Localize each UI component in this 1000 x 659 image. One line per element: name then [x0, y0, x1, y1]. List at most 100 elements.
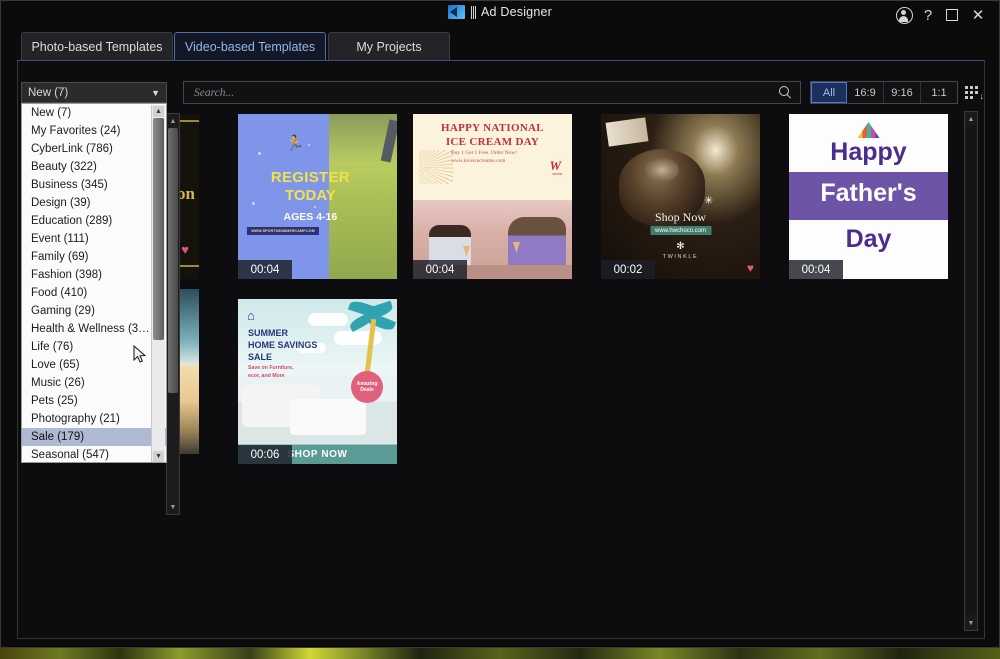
- ratio-button-all[interactable]: All: [811, 82, 847, 103]
- snowflake-icon: ✻: [676, 241, 684, 252]
- c2-logo-sub: world: [552, 171, 562, 176]
- category-dropdown-button[interactable]: New (7) ▼: [21, 82, 167, 103]
- search-box[interactable]: [183, 81, 801, 104]
- c2-sunburst-decoration: [419, 150, 453, 184]
- c5-palm-trunk: [365, 319, 377, 373]
- template-thumbnail: 🏃 REGISTER TODAY AGES 4-16 WWW.SPORTSSUM…: [238, 114, 397, 279]
- category-item-cyberlink-786[interactable]: CyberLink (786): [22, 140, 166, 158]
- search-input[interactable]: [192, 86, 779, 100]
- category-item-new-7[interactable]: New (7): [22, 104, 166, 122]
- left-panel-scrollbar[interactable]: ▲ ▼: [166, 113, 180, 515]
- scroll-down-arrow-icon[interactable]: ▼: [965, 617, 977, 629]
- logo-bars-icon: [471, 6, 476, 19]
- tab-photo-based-templates[interactable]: Photo-based Templates: [21, 32, 173, 60]
- grid-download-icon[interactable]: ↓: [964, 83, 984, 102]
- tab-video-based-templates[interactable]: Video-based Templates: [174, 32, 326, 60]
- category-item-event-111[interactable]: Event (111): [22, 230, 166, 248]
- category-item-sale-179[interactable]: Sale (179): [22, 428, 166, 446]
- c1-person-leg: [381, 119, 397, 162]
- category-item-photography-21[interactable]: Photography (21): [22, 410, 166, 428]
- c3-url: www.hwchoco.com: [650, 226, 711, 235]
- c2-line3: Buy 1 Get 1 Free. Order Now!: [451, 150, 517, 156]
- template-card-register-today[interactable]: 🏃 REGISTER TODAY AGES 4-16 WWW.SPORTSSUM…: [238, 114, 397, 279]
- category-item-business-345[interactable]: Business (345): [22, 176, 166, 194]
- template-card-ice-cream-day[interactable]: HAPPY NATIONAL ICE CREAM DAY Buy 1 Get 1…: [413, 114, 572, 279]
- category-menu-scrollbar[interactable]: ▲ ▼: [151, 105, 165, 463]
- c2-header-panel: HAPPY NATIONAL ICE CREAM DAY Buy 1 Get 1…: [413, 114, 572, 200]
- template-thumbnail: ✳ Shop Now www.hwchoco.com ✻ TWINKLE: [601, 114, 760, 279]
- category-item-pets-25[interactable]: Pets (25): [22, 392, 166, 410]
- c4-line2: Father's: [789, 179, 948, 208]
- scroll-up-arrow-icon[interactable]: ▲: [153, 106, 164, 117]
- category-item-seasonal-547[interactable]: Seasonal (547): [22, 446, 166, 463]
- runner-icon: 🏃: [286, 134, 305, 152]
- scroll-up-arrow-icon[interactable]: ▲: [167, 115, 179, 127]
- c5-line5: ecor, and More: [248, 373, 285, 379]
- category-dropdown-menu[interactable]: New (7)My Favorites (24)CyberLink (786)B…: [21, 103, 167, 463]
- close-button[interactable]: ✕: [969, 6, 987, 24]
- category-item-gaming-29[interactable]: Gaming (29): [22, 302, 166, 320]
- c1-line2: TODAY: [242, 187, 379, 204]
- duration-badge: 00:04: [413, 260, 467, 279]
- category-menu-scrollbar-thumb[interactable]: [153, 118, 164, 340]
- c1-line1: REGISTER: [242, 169, 379, 186]
- maximize-icon: [946, 9, 958, 21]
- chevron-down-icon: ▼: [151, 88, 160, 98]
- mouse-cursor: [133, 345, 147, 365]
- c5-amazing-deals-badge: Amazing Deals: [351, 371, 383, 403]
- scroll-down-arrow-icon[interactable]: ▼: [153, 451, 164, 462]
- scroll-down-arrow-icon[interactable]: ▼: [167, 501, 179, 513]
- c5-palm-tree: [341, 301, 395, 371]
- app-window: Ad Designer ? ✕ Photo-based Templates Vi…: [0, 0, 1000, 648]
- aspect-ratio-filter-group: All 16:9 9:16 1:1: [810, 81, 958, 104]
- c5-line1: SUMMER: [248, 328, 288, 338]
- ratio-button-1-1[interactable]: 1:1: [921, 82, 957, 103]
- category-item-education-289[interactable]: Education (289): [22, 212, 166, 230]
- c3-cta-text: Shop Now: [601, 210, 760, 225]
- favorite-heart-icon[interactable]: ♥: [181, 242, 189, 257]
- c2-line2: ICE CREAM DAY: [413, 136, 572, 148]
- account-button[interactable]: [895, 6, 913, 24]
- c5-line4: Save on Furniture,: [248, 365, 294, 371]
- category-item-design-39[interactable]: Design (39): [22, 194, 166, 212]
- ratio-button-16-9[interactable]: 16:9: [847, 82, 884, 103]
- help-button[interactable]: ?: [919, 6, 937, 24]
- template-grid-scrollbar[interactable]: ▲ ▼: [964, 111, 978, 631]
- maximize-button[interactable]: [943, 6, 961, 24]
- category-item-health-wellness-3[interactable]: Health & Wellness (3…: [22, 320, 166, 338]
- left-scrollbar-thumb[interactable]: [168, 128, 178, 393]
- c1-url: WWW.SPORTSSUMMERCAMP.COM: [247, 227, 319, 235]
- c4-line1: Happy: [789, 138, 948, 167]
- template-thumbnail: HAPPY NATIONAL ICE CREAM DAY Buy 1 Get 1…: [413, 114, 572, 279]
- c5-line3: SALE: [248, 352, 272, 362]
- template-card-summer-home-savings-sale[interactable]: ⌂ SUMMER HOME SAVINGS SALE Save on Furni…: [238, 299, 397, 464]
- title-center-group: Ad Designer: [1, 5, 999, 19]
- search-icon[interactable]: [779, 86, 792, 99]
- template-card-happy-fathers-day[interactable]: Happy Father's Day 00:04: [789, 114, 948, 279]
- category-item-my-favorites-24[interactable]: My Favorites (24): [22, 122, 166, 140]
- account-icon: [896, 7, 913, 24]
- category-item-family-69[interactable]: Family (69): [22, 248, 166, 266]
- tab-my-projects[interactable]: My Projects: [328, 32, 450, 60]
- template-card-chocolate-shop-now[interactable]: ✳ Shop Now www.hwchoco.com ✻ TWINKLE 00:…: [601, 114, 760, 279]
- category-item-list: New (7)My Favorites (24)CyberLink (786)B…: [22, 104, 166, 463]
- favorite-heart-icon[interactable]: ♥: [747, 261, 754, 275]
- duration-badge: 00:02: [601, 260, 655, 279]
- c4-line3: Day: [789, 225, 948, 254]
- category-item-music-26[interactable]: Music (26): [22, 374, 166, 392]
- c5-line2: HOME SAVINGS: [248, 340, 317, 350]
- scroll-up-arrow-icon[interactable]: ▲: [965, 113, 977, 125]
- ad-designer-logo-icon: [448, 5, 465, 19]
- c2-line1: HAPPY NATIONAL: [413, 122, 572, 134]
- c5-ottoman: [290, 399, 366, 435]
- category-item-fashion-398[interactable]: Fashion (398): [22, 266, 166, 284]
- title-bar: Ad Designer ? ✕: [1, 1, 999, 28]
- tab-strip: Photo-based Templates Video-based Templa…: [1, 28, 999, 61]
- category-item-food-410[interactable]: Food (410): [22, 284, 166, 302]
- ratio-button-9-16[interactable]: 9:16: [884, 82, 921, 103]
- duration-badge: 00:06: [238, 445, 292, 464]
- home-icon: ⌂: [247, 308, 255, 323]
- right-scrollbar-thumb[interactable]: [966, 125, 976, 615]
- category-item-beauty-322[interactable]: Beauty (322): [22, 158, 166, 176]
- c3-truffle-swirl: [645, 158, 679, 182]
